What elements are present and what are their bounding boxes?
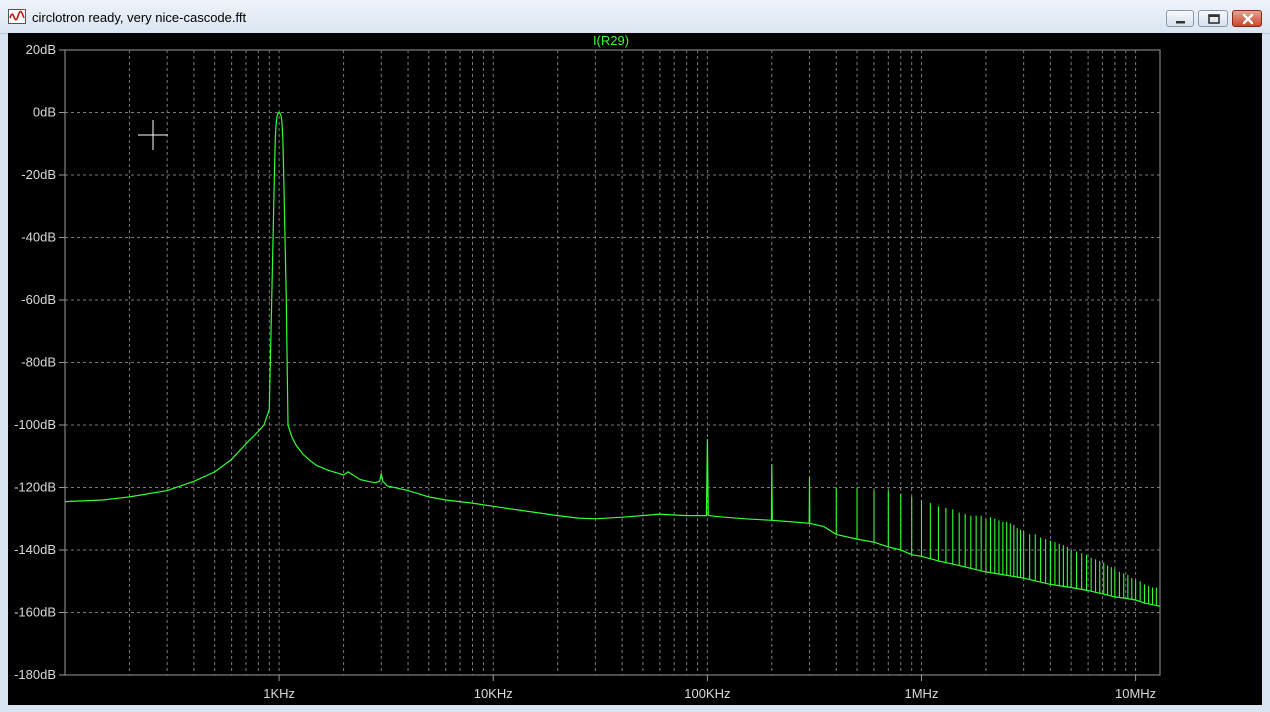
y-tick-label: -160dB [14,605,56,620]
close-icon [1242,13,1254,25]
x-tick-label: 10KHz [474,686,513,701]
x-tick-label: 10MHz [1115,686,1156,701]
waveform-app-icon [8,9,26,24]
x-tick-label: 1KHz [263,686,295,701]
x-tick-label: 1MHz [905,686,939,701]
window-title: circlotron ready, very nice-cascode.fft [32,10,247,25]
maximize-button[interactable] [1198,10,1228,27]
y-tick-label: 20dB [26,42,56,57]
maximize-icon [1208,14,1220,24]
minimize-button[interactable] [1166,10,1194,27]
y-tick-label: -100dB [14,417,56,432]
y-tick-label: 0dB [33,105,56,120]
y-tick-label: -20dB [21,167,56,182]
y-tick-label: -120dB [14,480,56,495]
fft-chart[interactable]: 20dB 0dB -20dB -40dB -60dB -80dB -100dB -120dB -… [8,33,1262,705]
y-tick-label: -80dB [21,355,56,370]
y-tick-label: -180dB [14,667,56,682]
y-tick-label: -40dB [21,230,56,245]
trace-i-r29 [64,111,1161,607]
y-tick-label: -140dB [14,542,56,557]
title-bar[interactable]: circlotron ready, very nice-cascode.fft [0,0,1270,34]
plot-area[interactable]: 20dB 0dB -20dB -40dB -60dB -80dB -100dB -120dB -… [8,33,1262,705]
chart-title: I(R29) [593,33,629,48]
x-tick-label: 100KHz [684,686,730,701]
application-window: circlotron ready, very nice-cascode.fft … [0,0,1270,712]
y-tick-label: -60dB [21,292,56,307]
minimize-icon [1176,21,1185,24]
close-button[interactable] [1232,10,1262,27]
